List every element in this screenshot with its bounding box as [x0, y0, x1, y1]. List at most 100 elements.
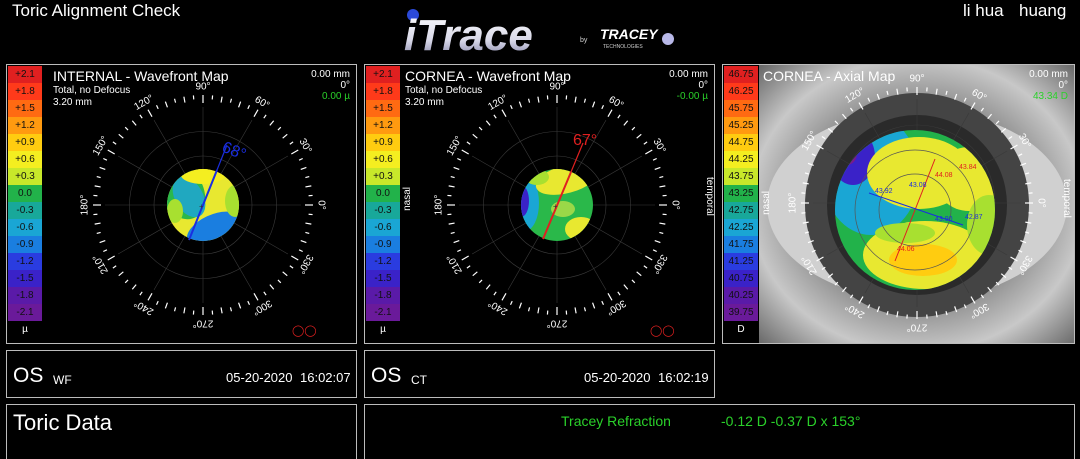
ring-tick — [229, 98, 233, 103]
ring-tick — [654, 240, 661, 244]
degree-label: 270° — [193, 317, 214, 328]
ring-tick — [518, 302, 522, 309]
ring-tick — [147, 293, 153, 301]
degree-label: 330° — [649, 252, 669, 275]
scale-unit: µ — [380, 324, 386, 335]
color-scale: +2.1 +1.8 +1.5 +1.2 +0.9 +0.6 +0.3 0.0 -0.3 -0.6-… — [8, 66, 42, 343]
ring-tick — [461, 255, 469, 261]
ring-tick — [607, 109, 613, 117]
toric-data-box: Toric Data — [6, 404, 357, 459]
scale-unit: D — [737, 324, 745, 335]
scale-cell: -2.1 — [8, 304, 42, 321]
ring-tick — [300, 166, 307, 170]
angle-value: 0° — [1058, 80, 1068, 91]
ring-tick — [139, 114, 143, 119]
exam-info-wf[interactable]: OS WF 05-20-2020 16:02:07 — [6, 350, 357, 398]
ring-tick — [220, 96, 223, 103]
exam-info-ct[interactable]: OS CT 05-20-2020 16:02:19 — [364, 350, 715, 398]
ring-tick — [103, 249, 108, 253]
color-scale: +2.1 +1.8 +1.5 +1.2 +0.9 +0.6 +0.3 0.0 -0.3 -0.6-… — [366, 66, 400, 343]
scale-cell: +0.6 — [8, 151, 42, 168]
exam-date: 05-20-2020 — [584, 370, 651, 385]
svg-text:+: + — [199, 202, 204, 211]
ring-tick — [131, 120, 137, 126]
degree-label: 300° — [604, 297, 627, 317]
degree-label: 270° — [547, 317, 568, 328]
logo-by-text: by — [580, 37, 588, 44]
ring-tick — [305, 231, 310, 235]
ring-tick — [601, 105, 605, 110]
ring-tick — [173, 307, 177, 312]
scale-cell: +1.2 — [8, 117, 42, 134]
scale-cell: +1.8 — [8, 83, 42, 100]
ring-tick — [139, 291, 143, 296]
scale-cell: -0.3 — [8, 202, 42, 219]
degree-label: 180° — [80, 195, 91, 216]
scale-cell: 43.75 — [724, 168, 758, 185]
ring-tick — [291, 149, 299, 155]
exam-time: 16:02:19 — [658, 370, 709, 385]
ring-tick — [659, 222, 666, 225]
ring-tick — [601, 300, 605, 305]
ring-tick — [583, 307, 587, 312]
ring-tick — [592, 302, 596, 309]
svg-text:43.90: 43.90 — [935, 216, 953, 223]
ring-tick — [527, 98, 531, 103]
ring-tick — [457, 249, 462, 253]
offset-value: 0.00 mm — [1029, 69, 1068, 80]
scale-cell: +0.9 — [8, 134, 42, 151]
scale-cell: 42.25 — [724, 219, 758, 236]
ring-tick — [509, 105, 513, 110]
cornea-axial-panel[interactable]: 46.75 46.25 45.75 45.25 44.75 44.25 43.75 43.25… — [722, 64, 1075, 344]
degree-label: 240° — [132, 297, 155, 317]
degree-label: 0° — [669, 200, 680, 210]
ring-tick — [652, 249, 657, 253]
eye-photo: 0°30°60°90°120°150°180°210°240°270°300°3… — [759, 65, 1074, 343]
ring-tick — [289, 265, 294, 269]
scale-cell: -0.3 — [366, 202, 400, 219]
ring-tick — [472, 271, 478, 277]
ring-tick — [269, 120, 275, 126]
nasal-label: nasal — [761, 191, 772, 215]
degree-label: 30° — [297, 137, 314, 156]
logo-brand-sub-text: TECHNOLOGIES — [603, 44, 643, 50]
scale-cell: 44.25 — [724, 151, 758, 168]
cornea-wavefront-panel[interactable]: +2.1 +1.8 +1.5 +1.2 +0.9 +0.6 +0.3 0.0 -0.3 -0.6-… — [364, 64, 715, 344]
internal-wavefront-panel[interactable]: +2.1 +1.8 +1.5 +1.2 +0.9 +0.6 +0.3 0.0 -0.3 -0.6-… — [6, 64, 357, 344]
ring-tick — [263, 291, 267, 296]
glasses-icon[interactable]: ◯◯ — [650, 324, 675, 337]
degree-label: 210° — [445, 252, 465, 275]
ring-tick — [485, 120, 491, 126]
degree-label: 180° — [434, 195, 445, 216]
scale-cell: 46.75 — [724, 66, 758, 83]
ring-tick — [107, 149, 115, 155]
ring-tick — [631, 279, 636, 284]
ring-tick — [659, 231, 664, 235]
ring-tick — [96, 231, 101, 235]
ring-tick — [99, 240, 106, 244]
svg-text:44.06: 44.06 — [897, 246, 915, 253]
scale-cell: -1.8 — [366, 287, 400, 304]
ring-tick — [298, 157, 303, 161]
degree-label: 330° — [295, 252, 315, 275]
ring-tick — [305, 222, 312, 225]
scale-cell: 44.75 — [724, 134, 758, 151]
ring-tick — [118, 133, 124, 139]
ring-tick — [305, 185, 312, 188]
ring-tick — [155, 300, 159, 305]
ring-tick — [453, 166, 460, 170]
ring-tick — [617, 114, 621, 119]
angle-value: 0° — [698, 80, 708, 91]
degree-label: 120° — [486, 93, 509, 113]
ring-tick — [592, 101, 596, 108]
degree-label: 240° — [486, 297, 509, 317]
ring-tick — [636, 271, 642, 277]
glasses-icon[interactable]: ◯◯ — [292, 324, 317, 337]
nasal-label: nasal — [402, 187, 413, 211]
ring-tick — [173, 98, 177, 103]
ring-tick — [472, 133, 478, 139]
temporal-label: temporal — [704, 177, 715, 216]
svg-text:43.84: 43.84 — [959, 164, 977, 171]
axis-angle-label: 68° — [220, 139, 249, 164]
scale-cell: -0.9 — [8, 236, 42, 253]
